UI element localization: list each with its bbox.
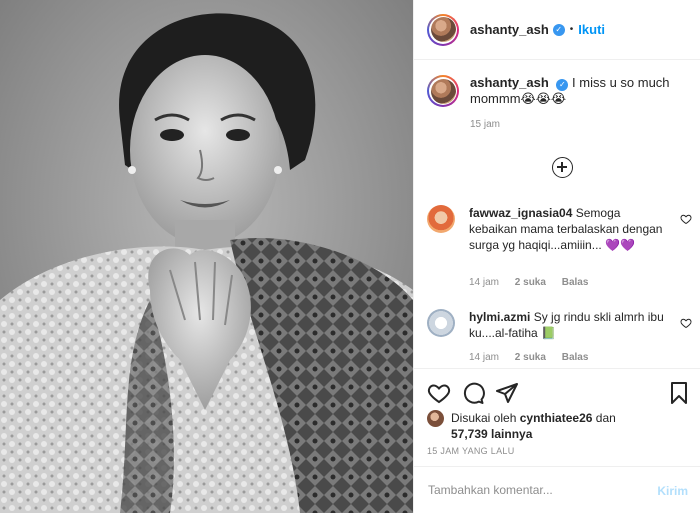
comment-bubble-icon[interactable] xyxy=(461,381,485,405)
avatar-image xyxy=(430,78,456,104)
comment-item: hylmi.azmi Sy jg rindu skli almrh ibu ku… xyxy=(427,309,692,341)
likes-prefix: Disukai oleh xyxy=(451,411,517,425)
instagram-post: ashanty_ash ✓ • Ikuti ashanty_ash ✓ I mi… xyxy=(0,0,700,513)
comment-likes[interactable]: 2 suka xyxy=(515,277,546,288)
caption-time[interactable]: 15 jam xyxy=(470,117,680,133)
post-timestamp[interactable]: 15 JAM YANG LALU xyxy=(427,446,515,456)
likes-conjunction: dan xyxy=(595,411,616,425)
send-comment-button[interactable]: Kirim xyxy=(657,484,688,498)
load-more-comments-icon[interactable] xyxy=(552,157,573,178)
likes-summary: Disukai oleh cynthiatee26 dan 57,739 lai… xyxy=(427,410,692,442)
comment-meta: 14 jam 2 suka Balas xyxy=(469,352,601,363)
liker-avatar[interactable] xyxy=(427,410,444,427)
caption-avatar[interactable] xyxy=(427,75,459,107)
like-comment-heart-icon[interactable] xyxy=(680,317,692,329)
commenter-avatar[interactable] xyxy=(427,205,455,233)
author-username[interactable]: ashanty_ash xyxy=(470,22,549,37)
save-bookmark-icon[interactable] xyxy=(667,381,691,405)
comment-time[interactable]: 14 jam xyxy=(469,277,499,288)
commenter-username[interactable]: hylmi.azmi xyxy=(469,310,530,324)
comment-likes[interactable]: 2 suka xyxy=(515,352,546,363)
post-side-panel: ashanty_ash ✓ • Ikuti ashanty_ash ✓ I mi… xyxy=(413,0,700,513)
reply-button[interactable]: Balas xyxy=(562,277,589,288)
add-comment-input[interactable] xyxy=(428,483,628,497)
author-avatar[interactable] xyxy=(427,13,459,46)
comment-item: fawwaz_ignasia04 Semoga kebaikan mama te… xyxy=(427,205,692,253)
separator-dot: • xyxy=(569,24,574,35)
action-bar xyxy=(414,368,700,408)
likes-count[interactable]: 57,739 lainnya xyxy=(451,427,532,441)
post-photo[interactable] xyxy=(0,0,413,513)
commenter-username[interactable]: fawwaz_ignasia04 xyxy=(469,206,572,220)
share-send-icon[interactable] xyxy=(495,381,519,405)
verified-badge-icon: ✓ xyxy=(552,23,565,36)
comment-meta: 14 jam 2 suka Balas xyxy=(469,277,601,288)
post-caption: ashanty_ash ✓ I miss u so much mommm😭😭😭 … xyxy=(427,75,689,133)
commenter-avatar[interactable] xyxy=(427,309,455,337)
comment-composer: Kirim xyxy=(414,466,700,513)
verified-badge-icon: ✓ xyxy=(556,79,569,91)
follow-button[interactable]: Ikuti xyxy=(578,22,605,37)
like-heart-icon[interactable] xyxy=(427,381,451,405)
caption-username[interactable]: ashanty_ash xyxy=(470,75,549,90)
post-header: ashanty_ash ✓ • Ikuti xyxy=(414,0,700,60)
reply-button[interactable]: Balas xyxy=(562,352,589,363)
avatar-image xyxy=(430,17,456,42)
liker-username[interactable]: cynthiatee26 xyxy=(520,411,593,425)
like-comment-heart-icon[interactable] xyxy=(680,213,692,225)
portrait-photo xyxy=(0,0,413,513)
comment-time[interactable]: 14 jam xyxy=(469,352,499,363)
